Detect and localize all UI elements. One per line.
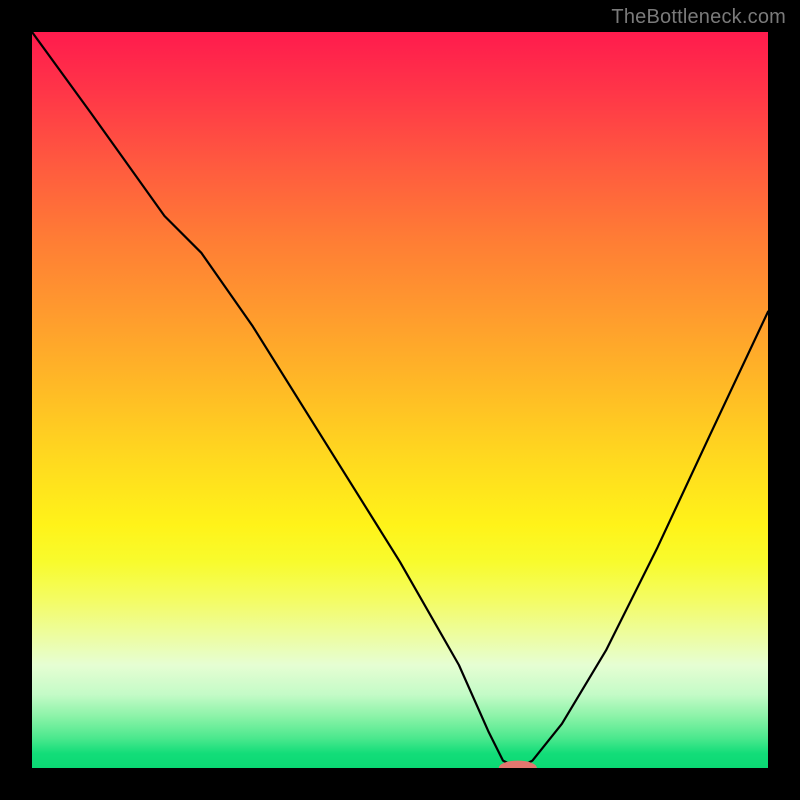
chart-frame: TheBottleneck.com [0, 0, 800, 800]
bottleneck-curve [32, 32, 768, 768]
chart-svg [32, 32, 768, 768]
plot-area [32, 32, 768, 768]
watermark-label: TheBottleneck.com [611, 6, 786, 29]
